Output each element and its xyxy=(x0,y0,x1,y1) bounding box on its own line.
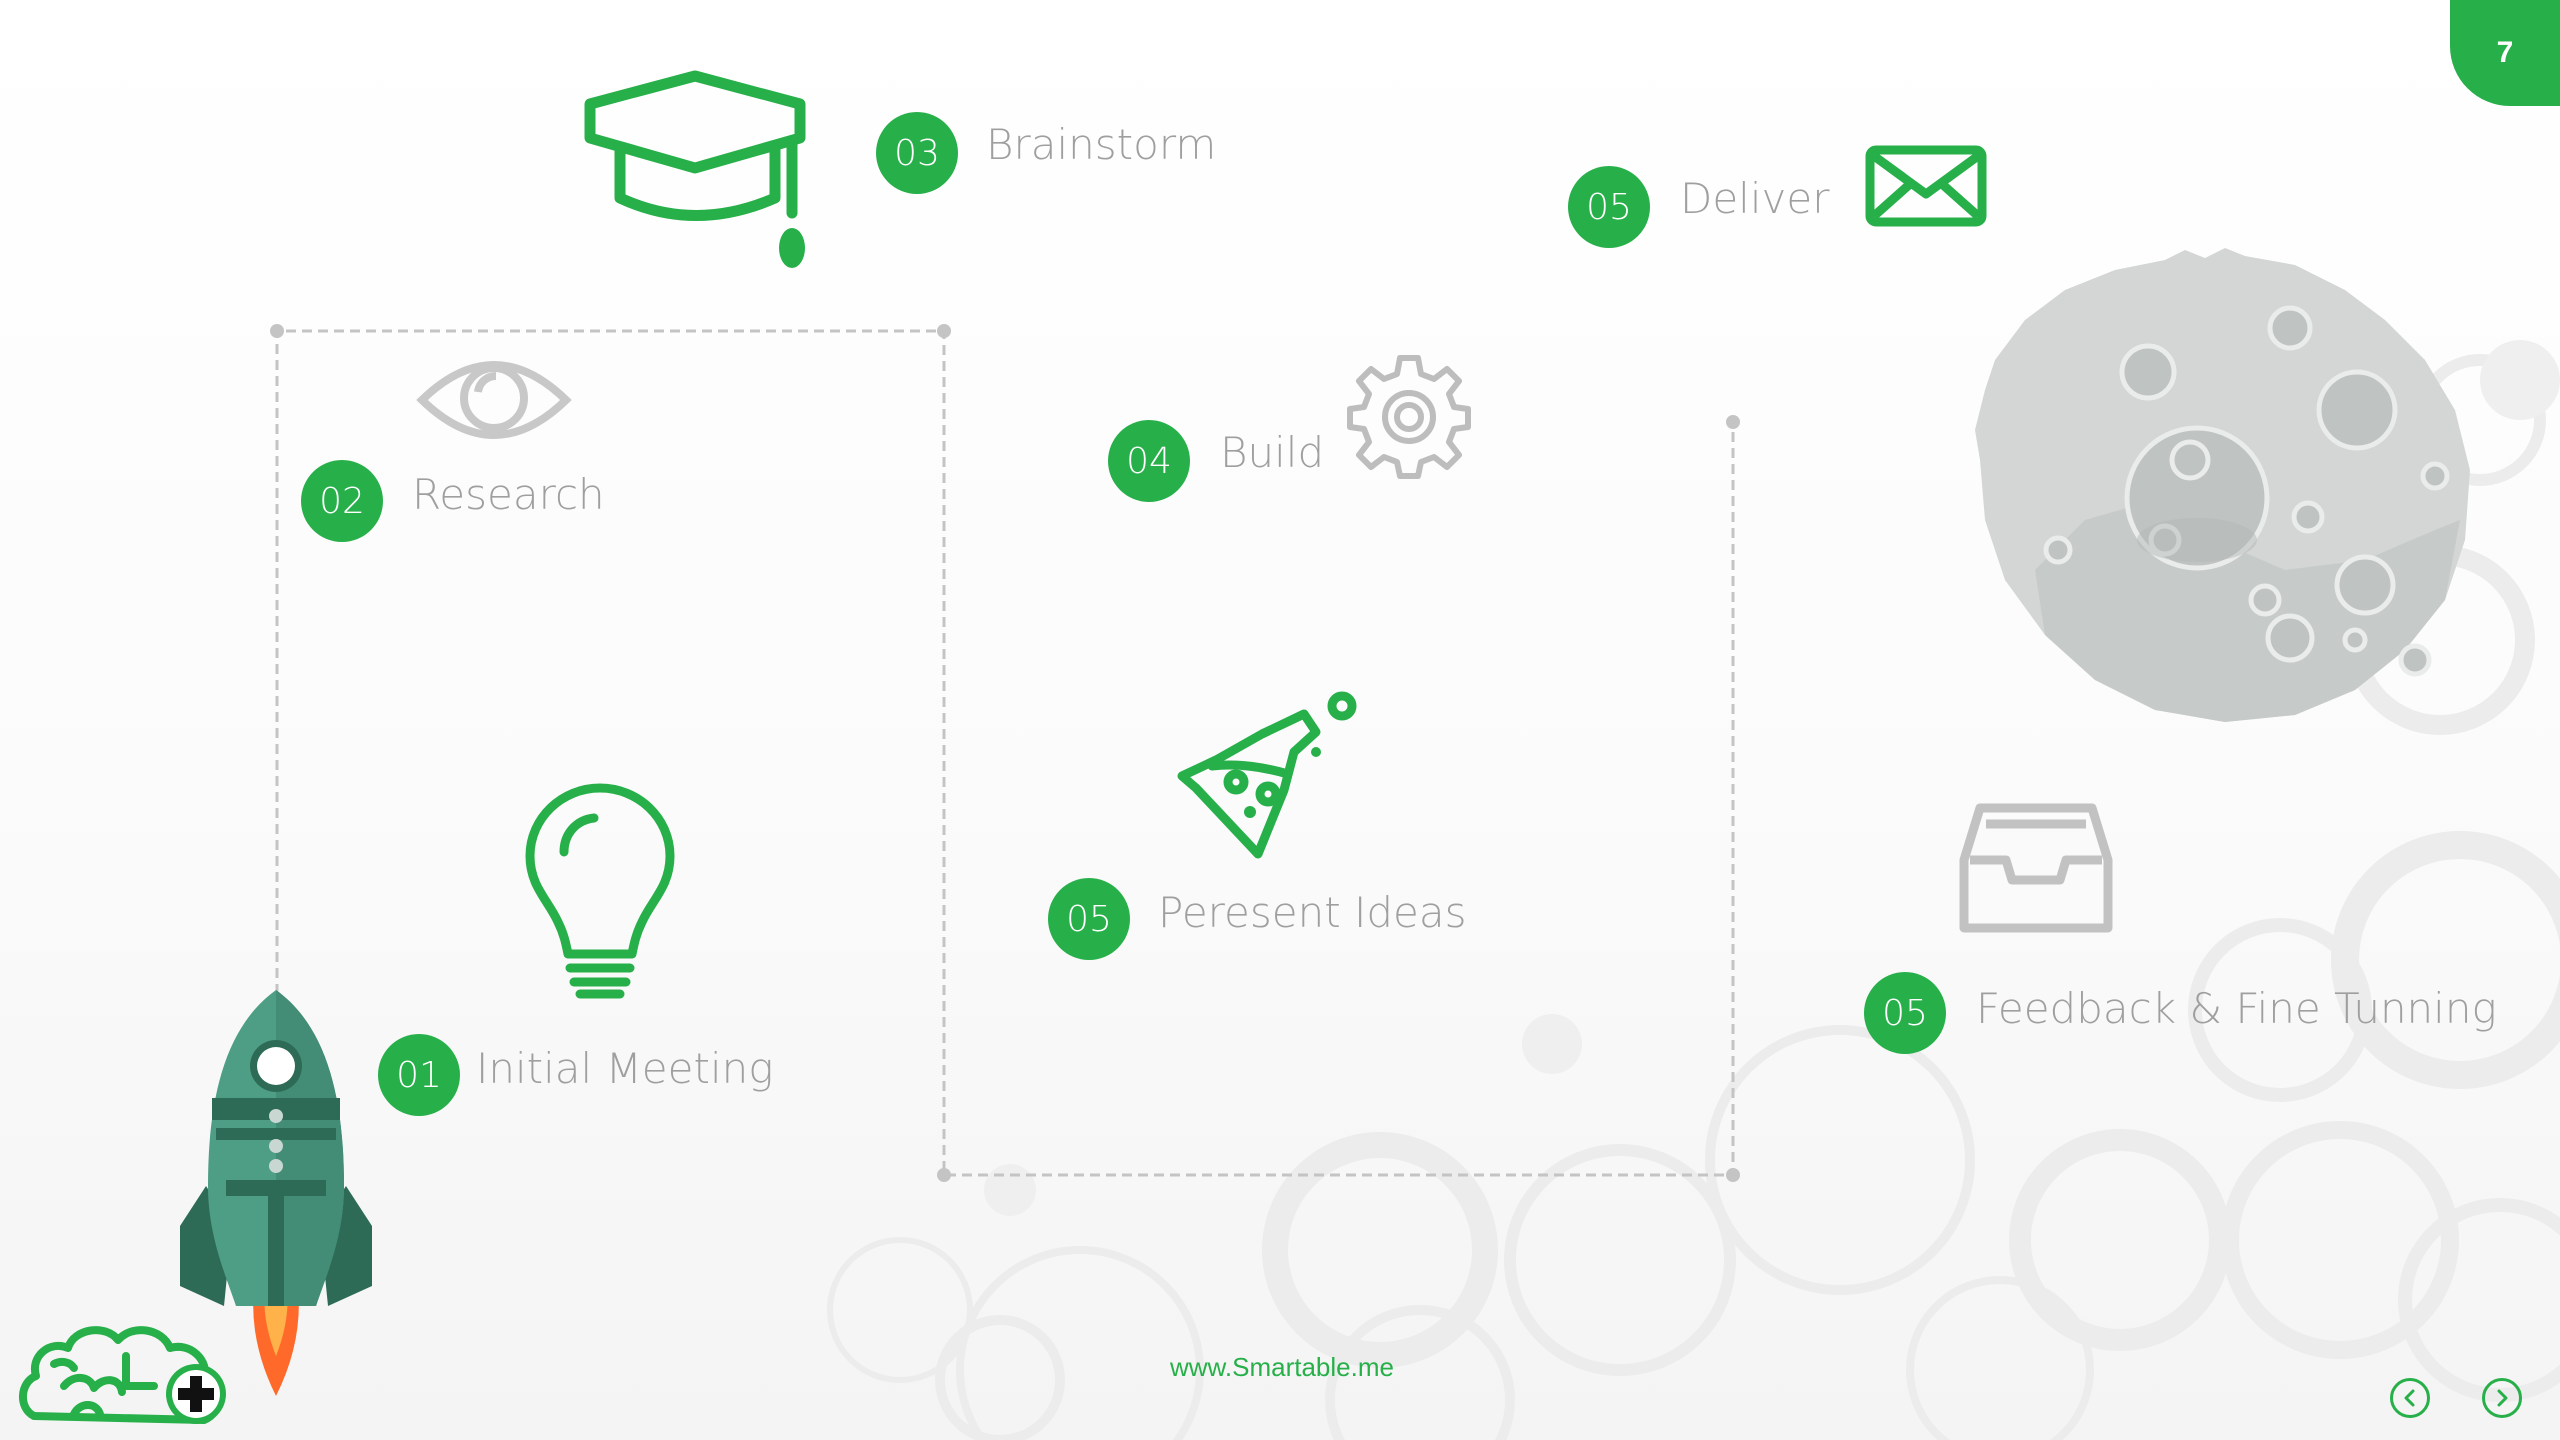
brain-logo xyxy=(19,1326,226,1424)
step-05-feedback-badge: 05 xyxy=(1864,972,1946,1054)
footer-url[interactable]: www.Smartable.me xyxy=(1170,1352,1394,1383)
lightbulb-icon xyxy=(525,783,675,999)
chevron-left-icon xyxy=(2404,1389,2415,1407)
step-01-badge: 01 xyxy=(378,1034,460,1116)
step-05-feedback-label: Feedback & Fine Tunning xyxy=(1976,984,2497,1033)
step-01-label: Initial Meeting xyxy=(476,1044,774,1093)
flask-icon xyxy=(1177,691,1357,859)
step-03-label: Brainstorm xyxy=(986,120,1217,169)
chevron-right-icon xyxy=(2497,1389,2508,1407)
inbox-tray-icon xyxy=(1959,803,2113,933)
next-slide-button[interactable] xyxy=(2482,1378,2522,1418)
envelope-icon xyxy=(1865,145,1987,227)
step-02-label: Research xyxy=(412,470,605,519)
step-02-badge: 02 xyxy=(301,460,383,542)
graduation-cap-icon xyxy=(584,70,806,268)
step-05-present-badge: 05 xyxy=(1048,878,1130,960)
prev-slide-button[interactable] xyxy=(2390,1378,2430,1418)
step-05-deliver-label: Deliver xyxy=(1680,174,1830,223)
step-05-deliver-badge: 05 xyxy=(1568,166,1650,248)
gear-icon xyxy=(1347,355,1471,479)
step-05-present-label: Peresent Ideas xyxy=(1158,888,1467,937)
step-03-badge: 03 xyxy=(876,112,958,194)
step-04-badge: 04 xyxy=(1108,420,1190,502)
eye-icon xyxy=(416,361,572,439)
moon-illustration xyxy=(1975,248,2470,722)
step-04-label: Build xyxy=(1220,428,1325,477)
